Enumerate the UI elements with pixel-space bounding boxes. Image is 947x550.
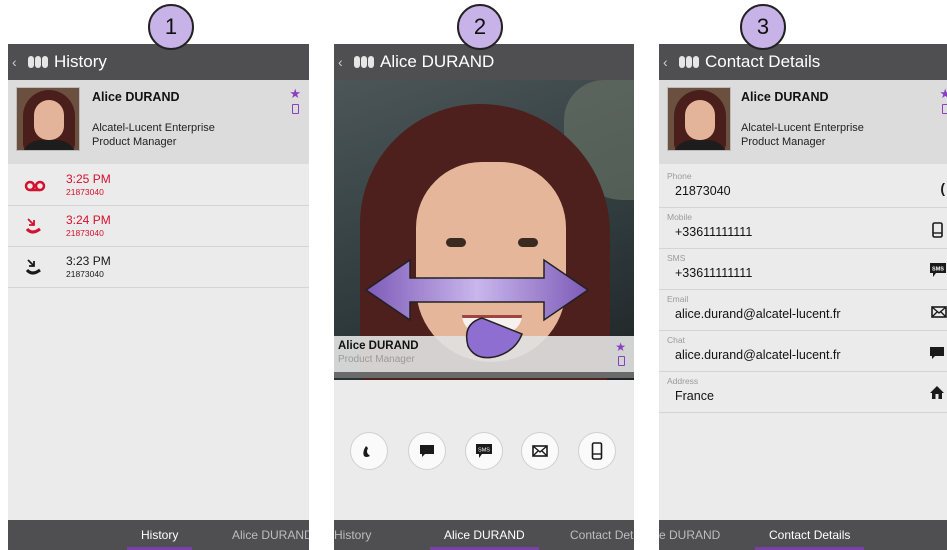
tab-contact[interactable]: e DURAND — [659, 520, 720, 550]
step-badge-1: 1 — [148, 4, 194, 50]
field-value: +33611111111 — [675, 266, 753, 280]
email-icon[interactable] — [931, 306, 947, 318]
email-button[interactable] — [521, 432, 559, 470]
voicemail-icon — [24, 180, 46, 192]
mobile-presence-icon — [942, 104, 947, 114]
field-value: alice.durand@alcatel-lucent.fr — [675, 307, 841, 321]
mobile-presence-icon — [618, 356, 625, 366]
avatar — [16, 87, 80, 151]
tab-contact-details[interactable]: Contact Det — [570, 520, 633, 550]
step-badge-2: 2 — [457, 4, 503, 50]
back-chevron-icon[interactable]: ‹ — [12, 54, 24, 70]
history-row[interactable]: 3:24 PM 21873040 — [8, 207, 309, 247]
mobile-icon — [591, 442, 603, 460]
mobile-button[interactable] — [578, 432, 616, 470]
sms-icon[interactable]: SMS — [929, 262, 947, 278]
field-value: 21873040 — [675, 184, 731, 198]
app-logo-icon[interactable] — [354, 56, 374, 68]
phone-icon — [363, 446, 370, 457]
page-title: Contact Details — [705, 52, 821, 71]
chat-button[interactable] — [408, 432, 446, 470]
favorite-star-icon[interactable]: ★ — [615, 340, 626, 354]
svg-text:SMS: SMS — [932, 267, 944, 273]
step-badge-3: 3 — [740, 4, 786, 50]
action-buttons: SMS — [334, 432, 634, 472]
contact-header[interactable]: Alice DURAND Alcatel-Lucent Enterprise P… — [659, 80, 947, 164]
field-label: Chat — [667, 335, 685, 345]
field-label: Email — [667, 294, 689, 304]
contact-name: Alice DURAND — [741, 90, 829, 104]
email-icon — [532, 445, 548, 457]
phone-field[interactable]: Phone 21873040 ( — [659, 168, 947, 208]
back-chevron-icon[interactable]: ‹ — [663, 54, 675, 70]
tab-history[interactable]: History — [126, 520, 193, 550]
incoming-call-icon — [25, 259, 41, 275]
tab-bar: e DURAND Contact Details — [659, 520, 947, 550]
mobile-icon[interactable] — [932, 222, 943, 238]
app-logo-icon[interactable] — [679, 56, 699, 68]
history-row[interactable]: 3:25 PM 21873040 — [8, 166, 309, 206]
tab-history[interactable]: History — [334, 520, 371, 550]
field-label: Address — [667, 376, 699, 386]
avatar — [667, 87, 731, 151]
mobile-field[interactable]: Mobile +33611111111 — [659, 209, 947, 249]
title-bar: ‹ Contact Details — [659, 44, 947, 80]
chat-icon[interactable] — [929, 346, 945, 360]
tab-bar: History Alice DURAND — [8, 520, 309, 550]
page-title: History — [54, 52, 107, 71]
call-button[interactable] — [350, 432, 388, 470]
field-label: SMS — [667, 253, 686, 263]
history-time: 3:24 PM — [66, 213, 111, 227]
field-value: +33611111111 — [675, 225, 753, 239]
history-number: 21873040 — [66, 228, 104, 238]
mobile-presence-icon — [292, 104, 299, 114]
back-chevron-icon[interactable]: ‹ — [338, 54, 350, 70]
missed-call-icon — [25, 218, 41, 234]
contact-header[interactable]: Alice DURAND Alcatel-Lucent Enterprise P… — [8, 80, 309, 164]
app-logo-icon[interactable] — [28, 56, 48, 68]
tab-contact[interactable]: Alice DURAND — [430, 520, 539, 550]
contact-company: Alcatel-Lucent Enterprise — [741, 122, 864, 134]
history-number: 21873040 — [66, 187, 104, 197]
page-title: Alice DURAND — [380, 52, 495, 71]
sms-button[interactable]: SMS — [465, 432, 503, 470]
history-screen: ‹ History Alice DURAND Alcatel-Lucent En… — [8, 44, 309, 550]
contact-details-screen: ‹ Contact Details Alice DURAND Alcatel-L… — [659, 44, 947, 550]
favorite-star-icon[interactable]: ★ — [289, 86, 301, 102]
field-label: Mobile — [667, 212, 693, 222]
contact-job-title: Product Manager — [92, 136, 177, 148]
tab-contact[interactable]: Alice DURAND — [232, 520, 309, 550]
field-value: alice.durand@alcatel-lucent.fr — [675, 348, 841, 362]
phone-icon[interactable]: ( — [940, 180, 945, 196]
history-number: 21873040 — [66, 269, 104, 279]
history-time: 3:23 PM — [66, 254, 111, 268]
sms-icon: SMS — [476, 444, 492, 458]
tab-contact-details[interactable]: Contact Details — [754, 520, 865, 550]
address-field[interactable]: Address France — [659, 373, 947, 413]
chat-icon — [420, 445, 434, 457]
tab-bar: History Alice DURAND Contact Det — [334, 520, 634, 550]
contact-company: Alcatel-Lucent Enterprise — [92, 122, 215, 134]
contact-name: Alice DURAND — [92, 90, 180, 104]
sms-field[interactable]: SMS +33611111111 SMS — [659, 250, 947, 290]
swipe-gesture-icon — [364, 258, 590, 359]
email-field[interactable]: Email alice.durand@alcatel-lucent.fr — [659, 291, 947, 331]
history-row[interactable]: 3:23 PM 21873040 — [8, 248, 309, 288]
favorite-star-icon[interactable]: ★ — [939, 86, 947, 102]
history-time: 3:25 PM — [66, 172, 111, 186]
chat-field[interactable]: Chat alice.durand@alcatel-lucent.fr — [659, 332, 947, 372]
svg-text:SMS: SMS — [478, 448, 490, 454]
title-bar: ‹ History — [8, 44, 309, 80]
contact-job-title: Product Manager — [741, 136, 826, 148]
home-icon[interactable] — [929, 385, 945, 400]
field-value: France — [675, 389, 714, 403]
field-label: Phone — [667, 171, 692, 181]
divider — [334, 372, 634, 378]
